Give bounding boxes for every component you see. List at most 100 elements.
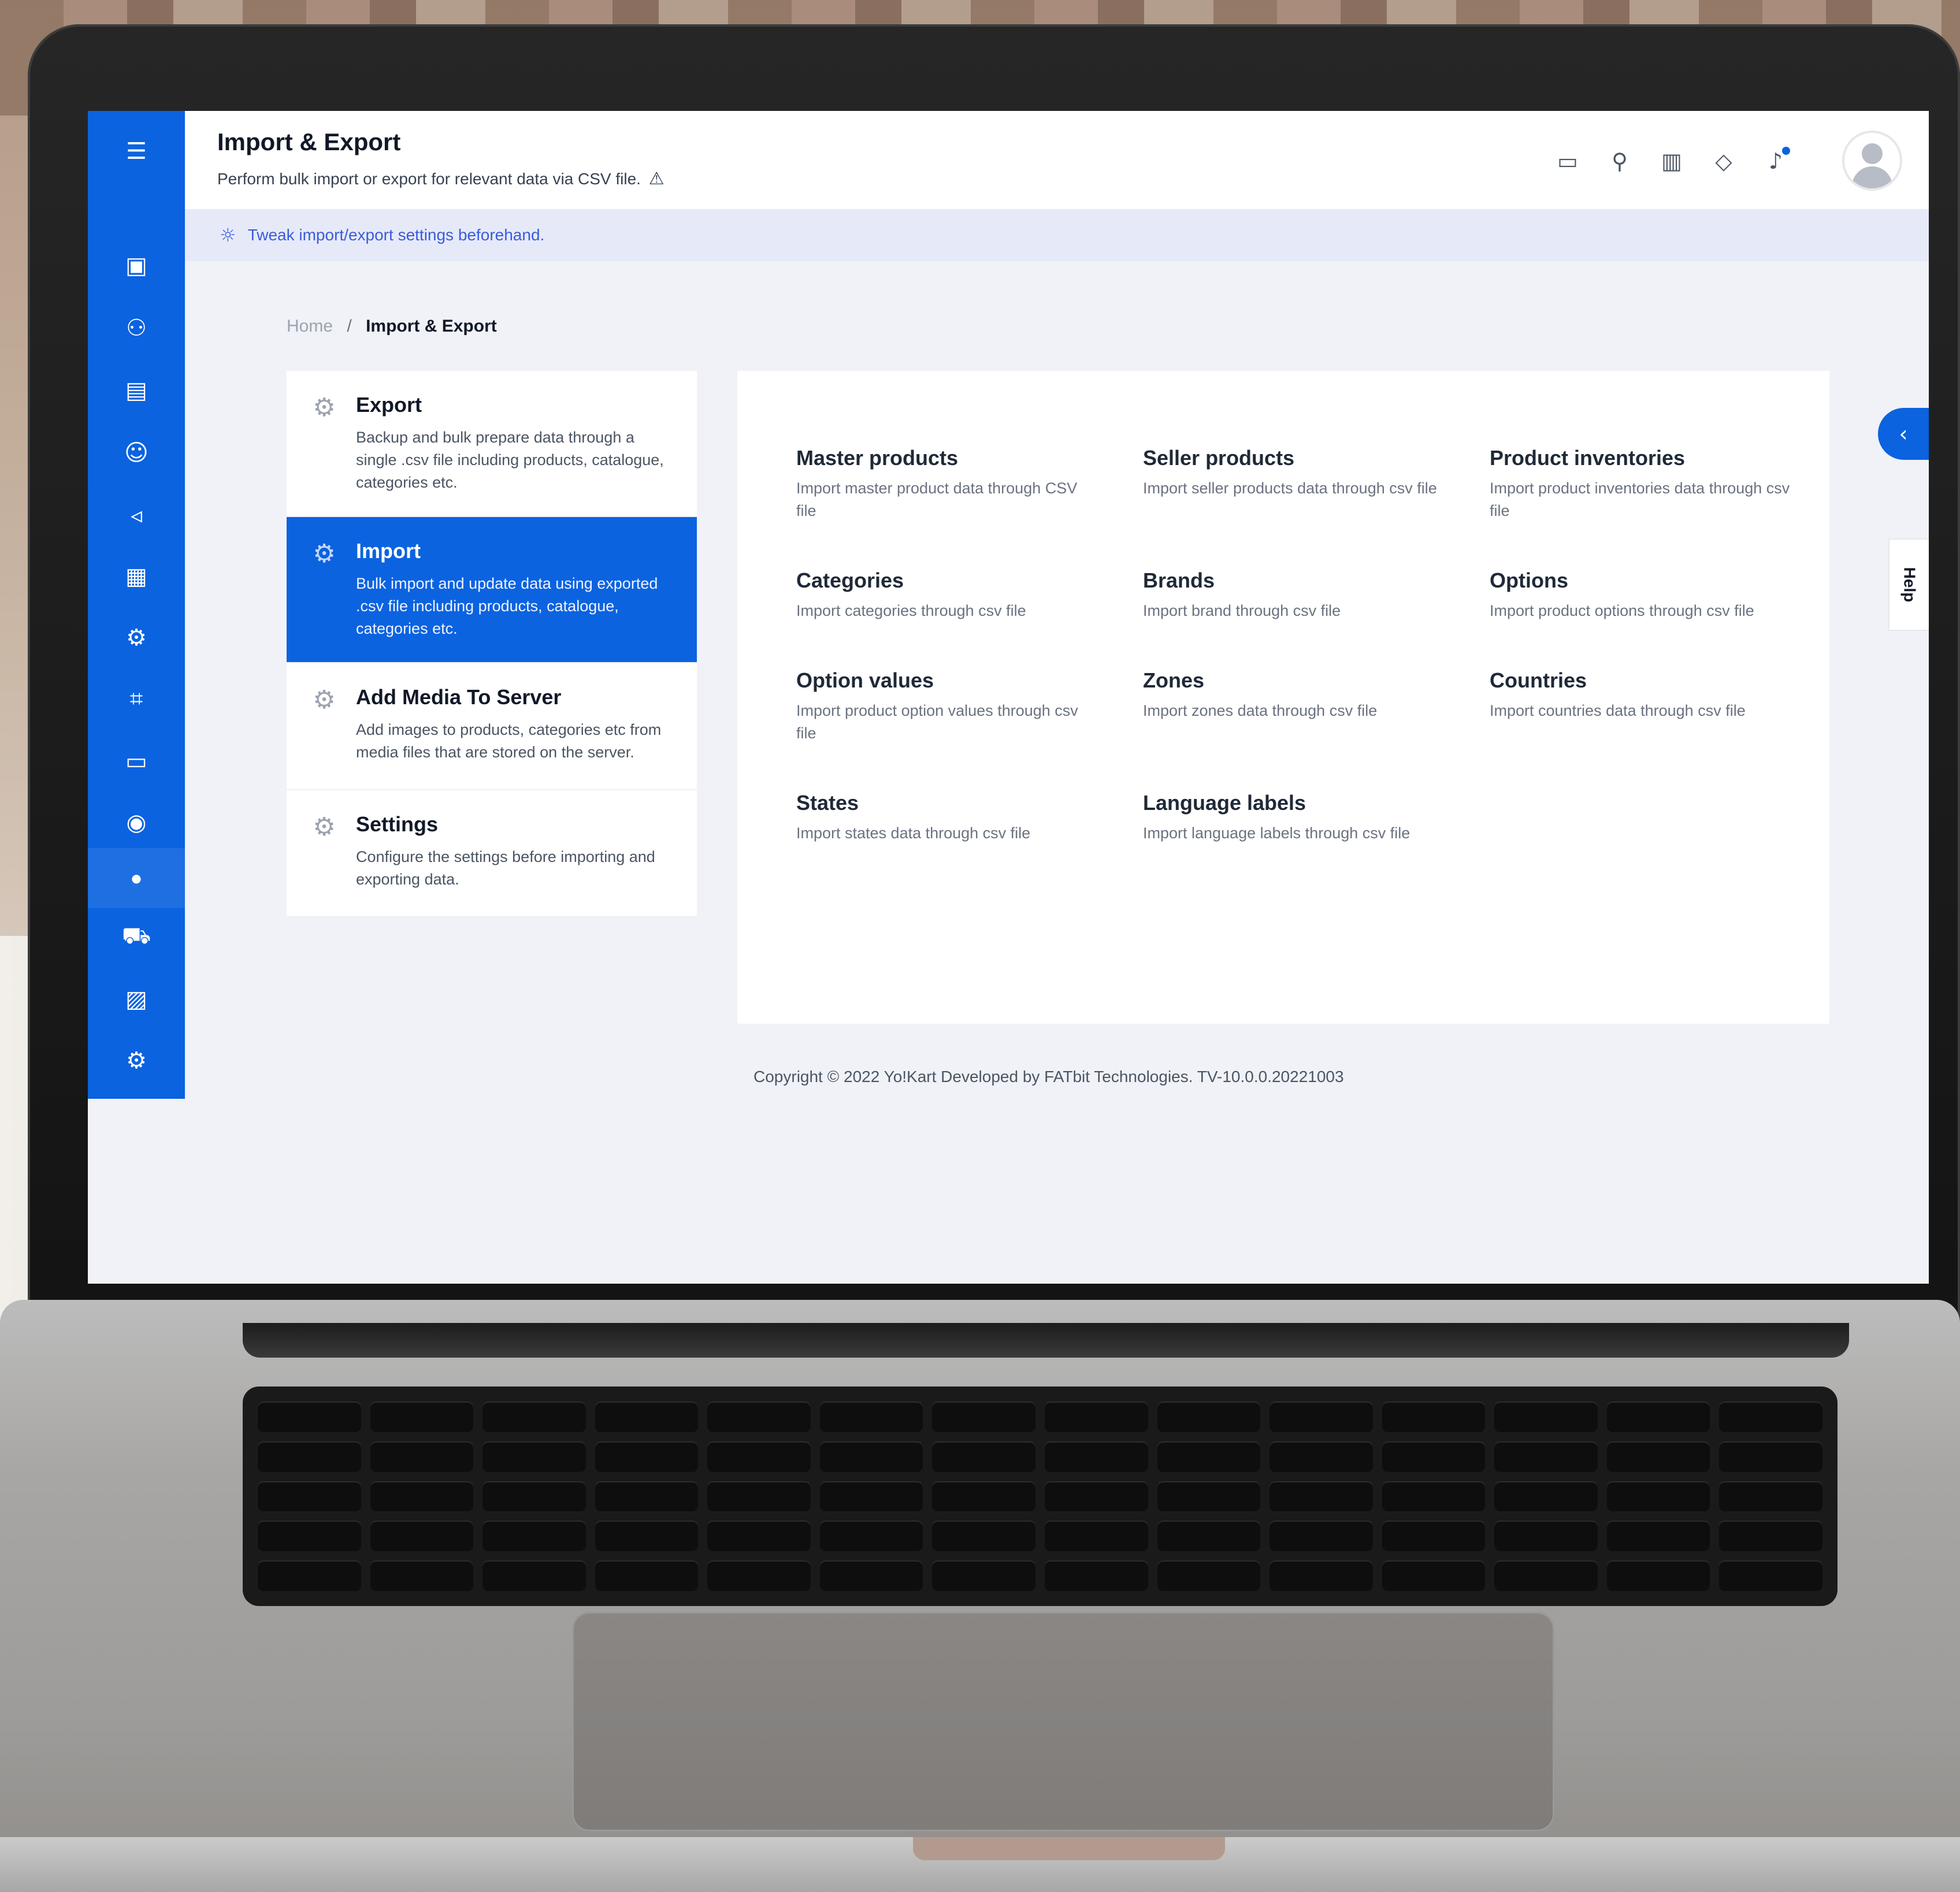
menu-icon[interactable]: ☰ <box>118 133 155 170</box>
breadcrumb-home[interactable]: Home <box>287 317 333 336</box>
menu-item-title: Export <box>356 393 422 417</box>
import-options-panel: Master products Import master product da… <box>737 371 1829 1024</box>
key <box>707 1441 811 1472</box>
import-card-brands[interactable]: Brands Import brand through csv file <box>1143 568 1490 622</box>
search-icon[interactable]: ⚲ <box>1605 147 1634 176</box>
import-card-states[interactable]: States Import states data through csv fi… <box>796 791 1143 845</box>
menu-item-add-media[interactable]: ⚙ Add Media To Server Add images to prod… <box>287 663 697 790</box>
card-title: Language labels <box>1143 791 1306 815</box>
key <box>1606 1521 1710 1552</box>
card-desc: Import master product data through CSV f… <box>796 479 1078 519</box>
add-user-icon[interactable]: ⚇ <box>118 310 155 347</box>
import-card-categories[interactable]: Categories Import categories through csv… <box>796 568 1143 622</box>
card-desc: Import product options through csv file <box>1490 602 1754 619</box>
settings-gear-icon[interactable]: ⚙ <box>118 619 155 656</box>
help-tab-label: Help <box>1900 567 1918 603</box>
import-options-grid: Master products Import master product da… <box>796 446 1802 845</box>
key <box>1157 1441 1261 1472</box>
import-card-option-values[interactable]: Option values Import product option valu… <box>796 668 1143 745</box>
card-desc: Import states data through csv file <box>796 824 1031 842</box>
key <box>1382 1441 1486 1472</box>
key <box>1157 1481 1261 1512</box>
key <box>595 1521 699 1552</box>
key <box>707 1521 811 1552</box>
key <box>819 1521 923 1552</box>
system-settings-icon[interactable]: ⚙ <box>118 1042 155 1079</box>
key <box>258 1521 361 1552</box>
app-screen: ☰ ▣ ⚇ ▤ ☺ ◃ ▦ ⚙ ⌗ ▭ ◉ ● ⛟ ▨ ⚙ Import & E… <box>88 111 1929 1284</box>
card-desc: Import zones data through csv file <box>1143 702 1378 719</box>
key <box>258 1402 361 1432</box>
reports-icon[interactable]: ▦ <box>118 558 155 595</box>
key <box>1382 1481 1486 1512</box>
import-card-zones[interactable]: Zones Import zones data through csv file <box>1143 668 1490 745</box>
code-icon[interactable]: ⌗ <box>118 681 155 718</box>
card-title: Option values <box>796 668 934 692</box>
key <box>482 1441 586 1472</box>
tip-text[interactable]: Tweak import/export settings beforehand. <box>248 226 545 244</box>
store-icon[interactable]: ▥ <box>1657 147 1686 176</box>
collapse-panel-button[interactable]: ‹ <box>1878 408 1929 460</box>
menu-item-title: Import <box>356 539 421 563</box>
menu-item-import[interactable]: ⚙ Import Bulk import and update data usi… <box>287 517 697 663</box>
gear-icon: ⚙ <box>313 685 336 715</box>
card-title: States <box>796 791 859 815</box>
analytics-icon[interactable]: ▨ <box>118 981 155 1018</box>
top-icons: ▭ ⚲ ▥ ◇ ♪ <box>1553 147 1790 176</box>
menu-item-desc: Bulk import and update data using export… <box>356 575 658 637</box>
key <box>1044 1402 1148 1432</box>
document-icon[interactable]: ▭ <box>118 743 155 780</box>
key <box>1382 1521 1486 1552</box>
import-card-language-labels[interactable]: Language labels Import language labels t… <box>1143 791 1490 845</box>
menu-item-desc: Add images to products, categories etc f… <box>356 721 662 761</box>
card-desc: Import brand through csv file <box>1143 602 1341 619</box>
trackpad <box>572 1612 1554 1831</box>
key <box>819 1441 923 1472</box>
import-card-countries[interactable]: Countries Import countries data through … <box>1490 668 1802 745</box>
import-card-seller-products[interactable]: Seller products Import seller products d… <box>1143 446 1490 522</box>
key <box>1157 1402 1261 1432</box>
menu-item-settings[interactable]: ⚙ Settings Configure the settings before… <box>287 790 697 917</box>
key <box>258 1560 361 1591</box>
import-card-options[interactable]: Options Import product options through c… <box>1490 568 1802 622</box>
avatar[interactable] <box>1842 131 1902 191</box>
shipping-truck-icon[interactable]: ⛟ <box>118 919 155 956</box>
breadcrumb-separator: / <box>347 317 352 336</box>
key <box>1719 1481 1822 1512</box>
gear-icon: ⚙ <box>313 812 336 842</box>
key <box>819 1402 923 1432</box>
monitor-icon[interactable]: ▭ <box>1553 147 1582 176</box>
key <box>595 1481 699 1512</box>
key <box>819 1560 923 1591</box>
card-title: Countries <box>1490 668 1587 692</box>
catalog-icon[interactable]: ▤ <box>118 372 155 409</box>
key <box>1157 1521 1261 1552</box>
subtitle-text: Perform bulk import or export for releva… <box>217 170 641 188</box>
import-card-product-inventories[interactable]: Product inventories Import product inven… <box>1490 446 1802 522</box>
card-title: Zones <box>1143 668 1205 692</box>
tax-icon[interactable]: ◉ <box>118 804 155 841</box>
key <box>1719 1560 1822 1591</box>
bell-icon[interactable]: ♪ <box>1761 147 1790 176</box>
help-tab[interactable]: Help <box>1888 538 1929 631</box>
key <box>258 1481 361 1512</box>
key <box>1157 1560 1261 1591</box>
user-icon[interactable]: ☺ <box>118 434 155 471</box>
import-card-master-products[interactable]: Master products Import master product da… <box>796 446 1143 522</box>
megaphone-icon[interactable]: ◃ <box>118 497 155 534</box>
key <box>707 1560 811 1591</box>
key <box>932 1521 1035 1552</box>
card-desc: Import language labels through csv file <box>1143 824 1410 842</box>
card-title: Product inventories <box>1490 446 1686 470</box>
key <box>370 1560 474 1591</box>
orders-icon[interactable]: ▣ <box>118 247 155 284</box>
key <box>1044 1481 1148 1512</box>
key <box>1494 1481 1598 1512</box>
menu-item-export[interactable]: ⚙ Export Backup and bulk prepare data th… <box>287 371 697 517</box>
eraser-icon[interactable]: ◇ <box>1709 147 1738 176</box>
card-desc: Import seller products data through csv … <box>1143 479 1437 497</box>
key <box>1269 1481 1373 1512</box>
card-title: Options <box>1490 568 1568 592</box>
key <box>1494 1521 1598 1552</box>
key <box>1606 1560 1710 1591</box>
